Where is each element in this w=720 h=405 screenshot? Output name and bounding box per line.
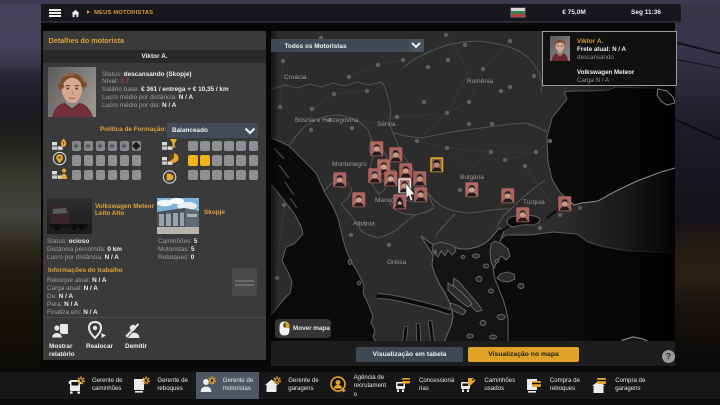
svg-text:Bósnia e Herzegovina: Bósnia e Herzegovina [295, 117, 359, 124]
svg-text:Grécia: Grécia [387, 259, 407, 266]
svg-text:Montenegro: Montenegro [332, 161, 367, 168]
svg-text:Turquia: Turquia [523, 199, 545, 206]
svg-text:Romênia: Romênia [467, 78, 493, 85]
svg-text:Sérvia: Sérvia [377, 121, 396, 128]
svg-text:Albânia: Albânia [353, 221, 375, 228]
svg-text:Bulgária: Bulgária [460, 174, 484, 181]
svg-text:Croácia: Croácia [284, 74, 307, 81]
